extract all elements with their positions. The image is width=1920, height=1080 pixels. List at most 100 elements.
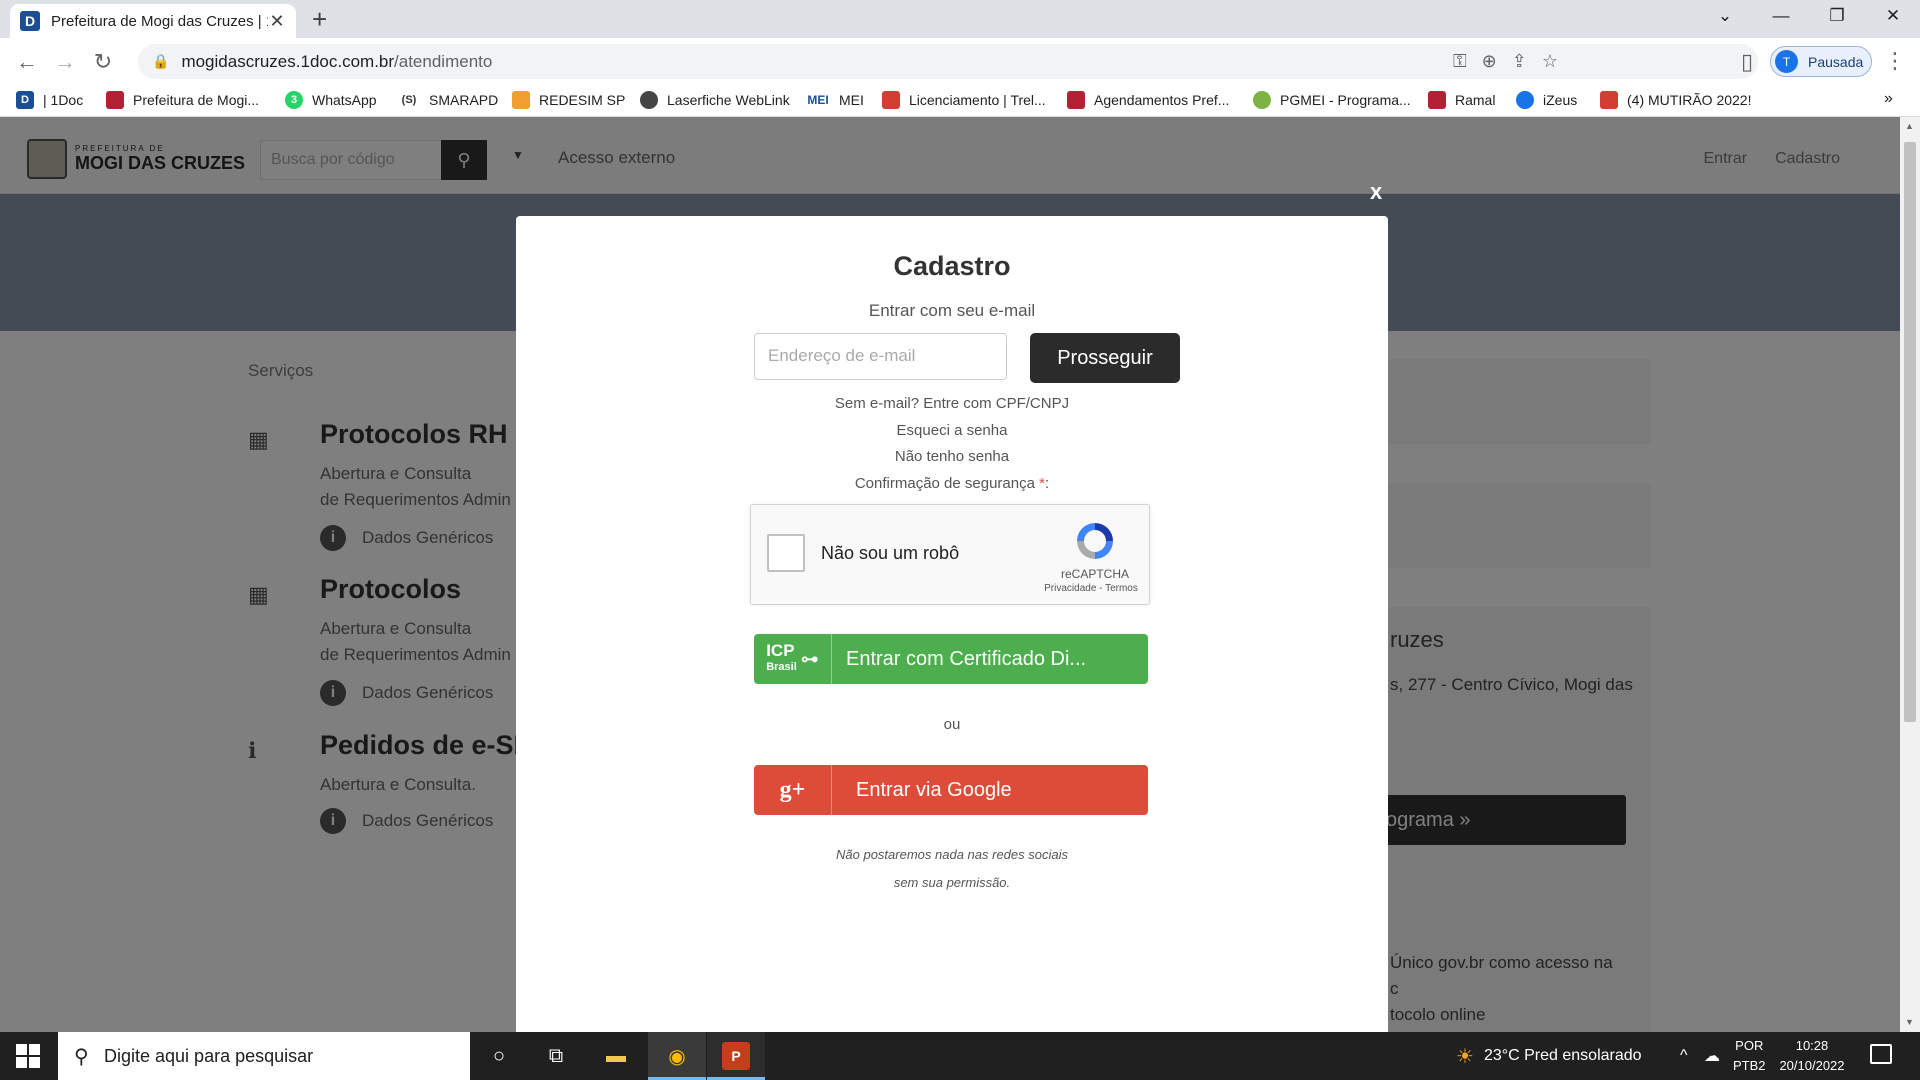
bookmark-laserfiche[interactable]: Laserfiche WebLink	[640, 91, 790, 109]
clock-time: 10:28	[1795, 1038, 1829, 1053]
recaptcha-links[interactable]: Privacidade - Termos	[1031, 583, 1151, 594]
recaptcha-widget: Não sou um robô reCAPTCHA Privacidade - …	[750, 504, 1150, 605]
cortana-icon[interactable]: ○	[485, 1042, 513, 1070]
tab-search-icon[interactable]: ⌄	[1698, 0, 1752, 32]
scroll-down-icon[interactable]: ▼	[1905, 1017, 1914, 1027]
bookmark-mei[interactable]: MEI MEI	[806, 91, 864, 109]
google-login-button[interactable]: g+ Entrar via Google	[754, 765, 1148, 815]
mutirao-icon	[1600, 91, 1618, 109]
bookmark-label: Ramal	[1455, 92, 1496, 108]
sidepanel-icon[interactable]: ▯	[1732, 47, 1762, 77]
icp-badge-sub: Brasil	[766, 661, 797, 673]
ramal-icon	[1428, 91, 1446, 109]
bookmark-label: Licenciamento | Trel...	[909, 92, 1046, 108]
scrollbar-thumb[interactable]	[1904, 142, 1916, 722]
social-note-line-2: sem sua permissão.	[893, 875, 1011, 890]
browser-tab[interactable]: D Prefeitura de Mogi das Cruzes | 1 ✕	[10, 4, 296, 38]
windows-start-icon[interactable]	[16, 1044, 40, 1068]
bookmark-1doc[interactable]: D | 1Doc	[16, 91, 83, 109]
no-password-link[interactable]: Não tenho senha	[516, 448, 1388, 465]
prosseguir-button[interactable]: Prosseguir	[1030, 333, 1180, 383]
share-icon[interactable]: ⇪	[1512, 51, 1527, 72]
recaptcha-brand: reCAPTCHA	[1060, 567, 1129, 581]
bookmark-favicon-icon	[106, 91, 124, 109]
bookmark-agendamentos[interactable]: Agendamentos Pref...	[1067, 91, 1229, 109]
bookmark-label: REDESIM SP	[539, 92, 626, 108]
bookmark-label: PGMEI - Programa...	[1280, 92, 1411, 108]
security-colon: :	[1044, 475, 1050, 492]
icp-button-label: Entrar com Certificado Di...	[846, 647, 1087, 670]
bookmark-whatsapp[interactable]: 3 WhatsApp	[285, 91, 377, 109]
search-icon: ⚲	[74, 1046, 89, 1068]
language-indicator[interactable]: POR PTB2	[1733, 1036, 1766, 1076]
forgot-password-link[interactable]: Esqueci a senha	[516, 422, 1388, 439]
network-icon[interactable]: ☁	[1704, 1032, 1720, 1080]
icp-brasil-key-icon: ICP Brasil ⊶	[754, 634, 832, 684]
bookmark-favicon-icon: D	[16, 91, 34, 109]
bookmarks-more-icon[interactable]: »	[1884, 90, 1893, 108]
profile-avatar: T	[1775, 50, 1798, 73]
back-icon[interactable]: ←	[12, 47, 42, 77]
google-button-label: Entrar via Google	[856, 778, 1012, 801]
cpf-cnpj-link[interactable]: Sem e-mail? Entre com CPF/CNPJ	[516, 395, 1388, 412]
bookmark-licenciamento[interactable]: Licenciamento | Trel...	[882, 91, 1046, 109]
window-close-icon[interactable]: ✕	[1866, 0, 1920, 32]
browser-menu-icon[interactable]: ⋮	[1884, 48, 1906, 74]
new-tab-icon[interactable]: +	[312, 4, 327, 34]
notification-icon[interactable]	[1870, 1044, 1892, 1064]
email-input[interactable]: Endereço de e-mail	[754, 333, 1007, 380]
or-separator: ou	[943, 716, 961, 733]
bookmark-label: SMARAPD	[429, 92, 499, 108]
browser-toolbar: ← → ↻ 🔒 mogidascruzes.1doc.com.br/atendi…	[0, 38, 1920, 85]
taskbar-search-input[interactable]: ⚲ Digite aqui para pesquisar	[58, 1032, 470, 1080]
profile-label: Pausada	[1808, 53, 1864, 70]
file-explorer-icon[interactable]: ▬	[602, 1042, 630, 1070]
weather-text: 23°C Pred ensolarado	[1483, 1047, 1642, 1064]
lang-line-1: POR	[1735, 1038, 1764, 1053]
pgmei-icon	[1253, 91, 1271, 109]
minimize-icon[interactable]: —	[1754, 0, 1808, 32]
signup-modal: Cadastro Entrar com seu e-mail Endereço …	[516, 216, 1388, 1032]
key-icon[interactable]: ⚿	[1453, 51, 1467, 72]
security-label-text: Confirmação de segurança	[854, 475, 1040, 492]
bookmark-smarapd[interactable]: (S) SMARAPD	[398, 91, 499, 109]
address-bar[interactable]: 🔒 mogidascruzes.1doc.com.br/atendimento …	[138, 44, 1758, 79]
restore-icon[interactable]: ❐	[1810, 0, 1864, 32]
taskbar-clock[interactable]: 10:28 20/10/2022	[1772, 1036, 1852, 1076]
bookmark-pgmei[interactable]: PGMEI - Programa...	[1253, 91, 1411, 109]
mei-icon: MEI	[807, 93, 829, 107]
bookmark-label: Agendamentos Pref...	[1094, 92, 1230, 108]
page-scrollbar[interactable]: ▲ ▼	[1900, 117, 1920, 1032]
browser-tab-bar: D Prefeitura de Mogi das Cruzes | 1 ✕ + …	[0, 0, 1920, 38]
security-label: Confirmação de segurança *:	[516, 475, 1388, 492]
bookmark-ramal[interactable]: Ramal	[1428, 91, 1495, 109]
lang-line-2: PTB2	[1733, 1058, 1766, 1073]
task-view-icon[interactable]: ⧉	[542, 1042, 570, 1070]
zoom-icon[interactable]: ⊕	[1482, 51, 1497, 72]
url-path: /atendimento	[394, 51, 493, 71]
tray-chevron-icon[interactable]: ^	[1680, 1032, 1688, 1080]
laserfiche-icon	[640, 91, 658, 109]
icp-certificate-button[interactable]: ICP Brasil ⊶ Entrar com Certificado Di..…	[754, 634, 1148, 684]
weather-widget[interactable]: ☀ 23°C Pred ensolarado	[1456, 1032, 1642, 1080]
taskbar-search-text: Digite aqui para pesquisar	[104, 1045, 314, 1066]
profile-button[interactable]: T Pausada	[1770, 46, 1872, 77]
bookmark-star-icon[interactable]: ☆	[1542, 51, 1558, 72]
tab-close-icon[interactable]: ✕	[268, 11, 286, 32]
bookmark-mutirao[interactable]: (4) MUTIRÃO 2022!	[1600, 91, 1751, 109]
bookmark-izeus[interactable]: iZeus	[1516, 91, 1577, 109]
smarapd-icon: (S)	[401, 94, 417, 106]
scroll-up-icon[interactable]: ▲	[1905, 121, 1914, 131]
whatsapp-icon: 3	[285, 91, 303, 109]
lock-icon: 🔒	[152, 53, 170, 69]
bookmark-prefeitura[interactable]: Prefeitura de Mogi...	[106, 91, 259, 109]
powerpoint-icon: P	[722, 1042, 750, 1070]
web-page: PREFEITURA DE MOGI DAS CRUZES Busca por …	[0, 117, 1920, 1032]
modal-close-button[interactable]: x	[1370, 179, 1382, 205]
sun-cloud-icon: ☀	[1456, 1045, 1474, 1068]
recaptcha-logo-icon	[1077, 523, 1113, 559]
forward-icon[interactable]: →	[50, 47, 80, 77]
bookmark-redesim[interactable]: REDESIM SP	[512, 91, 625, 109]
recaptcha-checkbox[interactable]	[767, 534, 805, 572]
reload-icon[interactable]: ↻	[88, 47, 118, 77]
